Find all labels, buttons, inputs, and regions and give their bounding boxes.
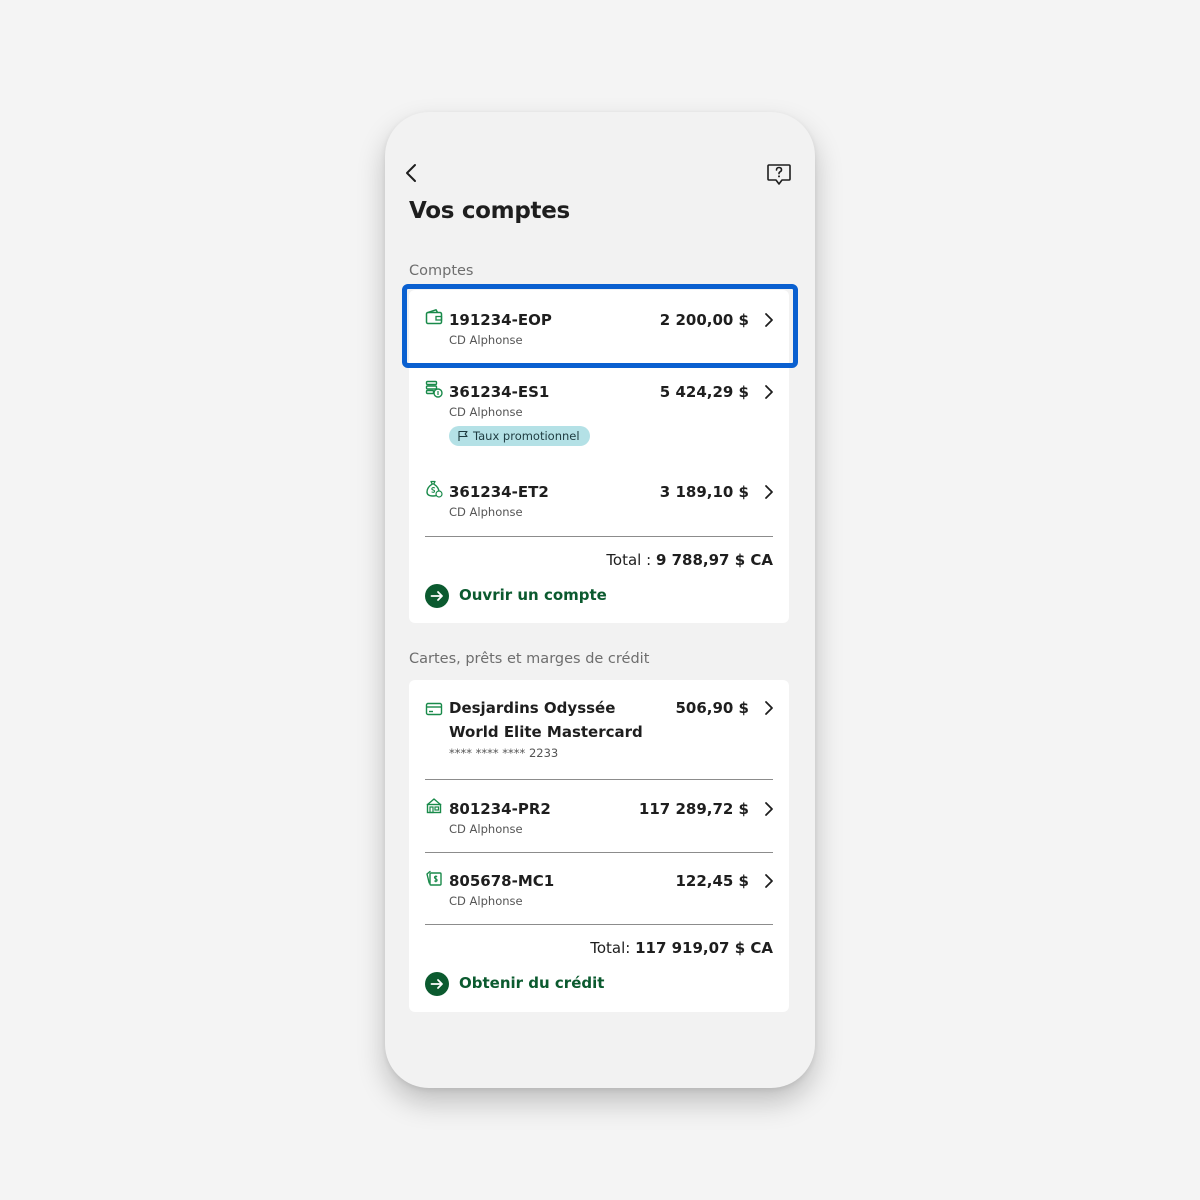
flag-icon bbox=[458, 430, 468, 441]
account-balance: 2 200,00 $ bbox=[659, 311, 749, 329]
card-name: Desjardins Odyssée World Elite Mastercar… bbox=[449, 699, 643, 741]
promo-badge-label: Taux promotionnel bbox=[473, 429, 580, 443]
credit-line-balance: 122,45 $ bbox=[675, 872, 749, 890]
open-account-label: Ouvrir un compte bbox=[459, 586, 607, 604]
loan-holder: CD Alphonse bbox=[449, 822, 523, 836]
row-divider bbox=[425, 852, 773, 853]
account-holder: CD Alphonse bbox=[449, 505, 523, 519]
chevron-right-icon bbox=[765, 385, 773, 399]
chat-help-icon bbox=[767, 164, 791, 185]
house-loan-icon bbox=[426, 798, 442, 814]
get-credit-label: Obtenir du crédit bbox=[459, 974, 605, 992]
credit-card-icon bbox=[425, 702, 443, 716]
account-row-191234-EOP[interactable]: 191234-EOP CD Alphonse 2 200,00 $ bbox=[409, 308, 789, 348]
total-value: 117 919,07 $ CA bbox=[635, 939, 773, 957]
account-row-361234-ES1[interactable]: 361234-ES1 CD Alphonse 5 424,29 $ Taux p… bbox=[409, 380, 789, 452]
accounts-total: Total : 9 788,97 $ CA bbox=[606, 551, 773, 569]
total-value: 9 788,97 $ CA bbox=[655, 551, 773, 569]
chevron-right-icon bbox=[765, 485, 773, 499]
help-button[interactable] bbox=[765, 160, 793, 188]
arrow-right-icon bbox=[425, 584, 449, 608]
total-label: Total : bbox=[606, 551, 652, 569]
page-title: Vos comptes bbox=[409, 198, 570, 224]
account-balance: 5 424,29 $ bbox=[659, 383, 749, 401]
chevron-right-icon bbox=[765, 313, 773, 327]
chevron-right-icon bbox=[765, 802, 773, 816]
account-holder: CD Alphonse bbox=[449, 405, 523, 419]
get-credit-button[interactable]: Obtenir du crédit bbox=[425, 972, 625, 996]
credit-card-panel: Desjardins Odyssée World Elite Mastercar… bbox=[409, 680, 789, 1012]
row-divider bbox=[425, 779, 773, 780]
chevron-right-icon bbox=[765, 874, 773, 888]
chevron-left-icon bbox=[406, 164, 416, 182]
loan-balance: 117 289,72 $ bbox=[638, 800, 749, 818]
account-balance: 3 189,10 $ bbox=[659, 483, 749, 501]
arrow-right-icon bbox=[425, 972, 449, 996]
credit-row-mastercard[interactable]: Desjardins Odyssée World Elite Mastercar… bbox=[409, 696, 789, 766]
accounts-card: 191234-EOP CD Alphonse 2 200,00 $ 361234… bbox=[409, 290, 789, 623]
phone-screen: Vos comptes Comptes 191234-EOP CD Alphon… bbox=[385, 112, 815, 1088]
back-button[interactable] bbox=[399, 160, 425, 186]
account-row-361234-ET2[interactable]: 361234-ET2 CD Alphonse 3 189,10 $ bbox=[409, 480, 789, 520]
section-label-accounts: Comptes bbox=[409, 263, 474, 279]
card-masked-number: **** **** **** 2233 bbox=[449, 746, 559, 760]
credit-total: Total: 117 919,07 $ CA bbox=[590, 939, 773, 957]
total-label: Total: bbox=[590, 939, 631, 957]
chevron-right-icon bbox=[765, 701, 773, 715]
credit-row-805678-MC1[interactable]: 805678-MC1 CD Alphonse 122,45 $ bbox=[409, 869, 789, 909]
account-number: 361234-ET2 bbox=[449, 483, 549, 501]
savings-coins-icon bbox=[425, 380, 443, 398]
open-account-button[interactable]: Ouvrir un compte bbox=[425, 584, 625, 608]
card-balance: 506,90 $ bbox=[675, 699, 749, 717]
total-divider bbox=[425, 924, 773, 925]
wallet-icon bbox=[425, 309, 443, 325]
account-holder: CD Alphonse bbox=[449, 333, 523, 347]
credit-row-801234-PR2[interactable]: 801234-PR2 CD Alphonse 117 289,72 $ bbox=[409, 797, 789, 837]
total-divider bbox=[425, 536, 773, 537]
credit-line-number: 805678-MC1 bbox=[449, 872, 555, 890]
loan-number: 801234-PR2 bbox=[449, 800, 551, 818]
account-number: 361234-ES1 bbox=[449, 383, 550, 401]
account-number: 191234-EOP bbox=[449, 311, 552, 329]
promo-badge: Taux promotionnel bbox=[449, 426, 590, 446]
credit-line-holder: CD Alphonse bbox=[449, 894, 523, 908]
cash-credit-icon bbox=[426, 870, 442, 886]
money-bag-icon bbox=[426, 480, 443, 498]
section-label-credit: Cartes, prêts et marges de crédit bbox=[409, 651, 650, 667]
